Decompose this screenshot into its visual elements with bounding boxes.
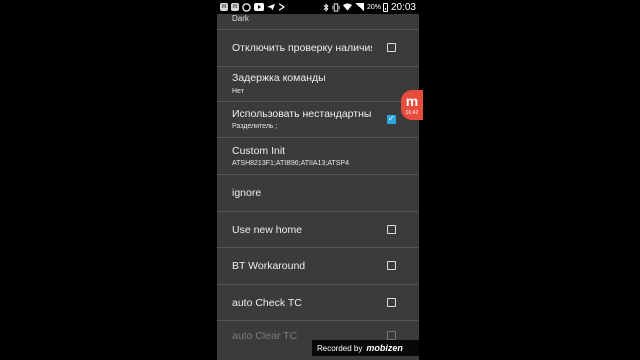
recording-time: 01:42 [405,110,419,116]
setting-use-new-home[interactable]: Use new home [217,212,419,248]
whatsapp-icon [242,2,251,12]
youtube-icon [254,2,264,12]
app-notification-icon: m [231,3,239,11]
setting-title: auto Check TC [232,297,302,309]
watermark-brand: mobizen [366,343,403,353]
wifi-icon [342,2,352,12]
setting-custom-init[interactable]: Custom Init ATSH8213F1;ATIB96;ATIIA13;AT… [217,138,419,175]
setting-checkbox[interactable] [387,261,396,270]
setting-subtitle: Разделитель ; [232,123,278,130]
previous-setting-value: Dark [217,14,419,30]
setting-ignore[interactable]: ignore [217,175,419,212]
setting-checkbox[interactable] [387,298,396,307]
setting-title: Задержка команды [232,72,326,84]
battery-icon [382,2,388,12]
status-bar: m m 20% 20:03 [217,0,419,14]
status-time: 20:03 [390,1,416,13]
setting-checkbox[interactable] [387,43,396,52]
setting-title: ignore [232,187,262,199]
setting-bt-workaround[interactable]: BT Workaround [217,248,419,285]
setting-title: Отключить проверку наличия [232,42,372,54]
setting-auto-check-tc[interactable]: auto Check TC [217,285,419,321]
setting-title: BT Workaround [232,260,306,272]
setting-subtitle: Нет [232,88,244,95]
setting-command-delay[interactable]: Задержка команды Нет [217,67,419,102]
mobizen-floating-button[interactable]: m 01:42 [401,90,423,120]
app-notification-icon: m [220,3,228,11]
battery-percent: 20% [366,3,381,11]
vibrate-icon [332,2,340,12]
setting-checkbox[interactable] [387,331,396,340]
plane-icon [267,2,275,12]
setting-title: Custom Init [232,145,286,157]
arrow-icon [278,2,285,12]
setting-disable-check[interactable]: Отключить проверку наличия [217,30,419,67]
setting-custom-separator[interactable]: Использовать нестандартный Разделитель ; [217,102,419,138]
setting-checkbox[interactable] [387,114,396,124]
setting-title: Use new home [232,224,303,236]
setting-subtitle: ATSH8213F1;ATIB96;ATIIA13;ATSP4 [232,160,349,167]
setting-title: Использовать нестандартный [232,108,372,120]
signal-icon [354,3,364,11]
watermark-prefix: Recorded by [317,343,363,353]
settings-list: Dark Отключить проверку наличия Задержка… [217,14,419,357]
mobizen-logo-icon: m [405,93,419,109]
phone-screen: m m 20% 20:03 Dark Отключить проверку на… [217,0,419,360]
bluetooth-icon [323,2,329,12]
status-indicators: 20% 20:03 [320,2,419,13]
recording-watermark: Recorded by mobizen [312,340,422,356]
setting-checkbox[interactable] [387,225,396,234]
